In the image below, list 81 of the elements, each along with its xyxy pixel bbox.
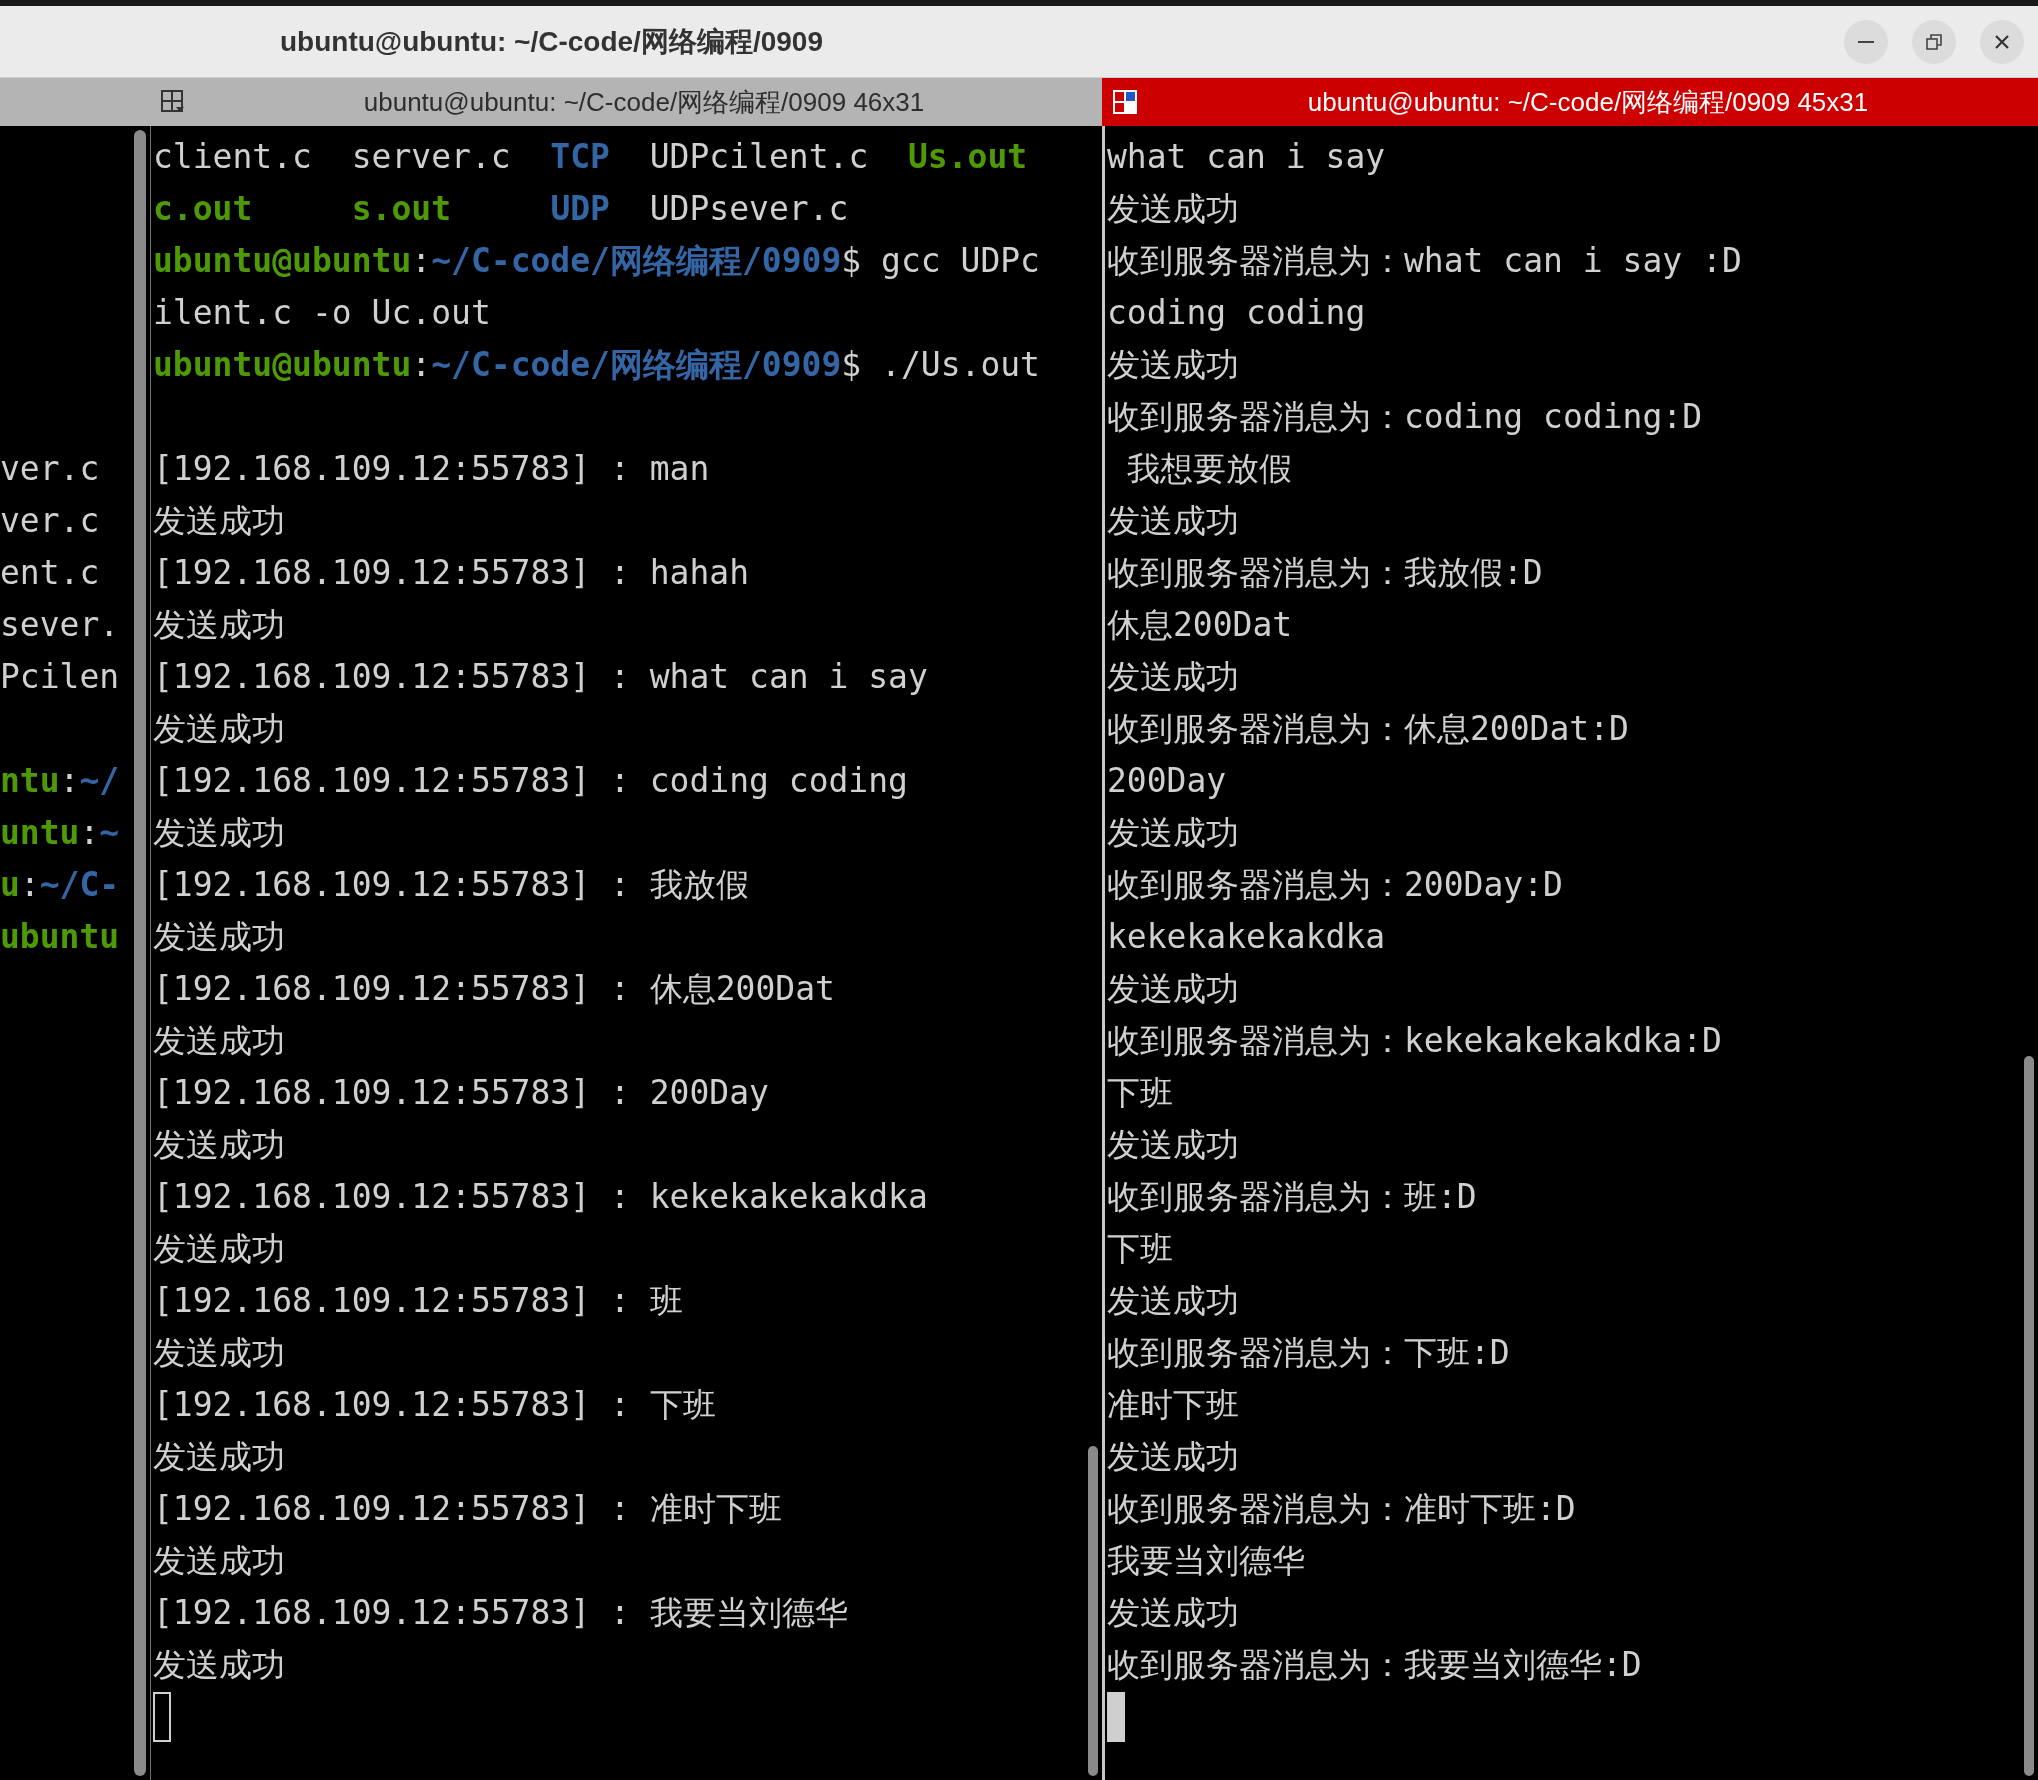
terminal-line: 发送成功 xyxy=(1107,500,1239,542)
split-squares-icon xyxy=(1112,89,1138,115)
terminal-line: 发送成功 xyxy=(1107,188,1239,230)
terminal-line: client.c server.c TCP UDPcilent.c Us.out xyxy=(153,136,1028,178)
terminal-line: [192.168.109.12:55783] : man xyxy=(153,448,710,490)
terminal-line: 下班 xyxy=(1107,1072,1173,1114)
terminal-line: 发送成功 xyxy=(1107,1124,1239,1166)
terminal-line: what can i say xyxy=(1107,136,1386,178)
terminal-line: 发送成功 xyxy=(153,1228,285,1270)
terminal-line: sever. xyxy=(0,604,120,646)
terminal-line: ubuntu@ubuntu:~/C-code/网络编程/0909$ gcc UDPc xyxy=(153,240,1040,282)
restore-icon xyxy=(1926,33,1942,50)
terminal-line: [192.168.109.12:55783] : 下班 xyxy=(153,1384,716,1426)
grid-menu-icon xyxy=(160,89,186,115)
terminal-line: ver.c xyxy=(0,500,100,542)
terminal-line: 休息200Dat xyxy=(1107,604,1293,646)
terminal-line: 发送成功 xyxy=(153,1124,285,1166)
terminal-line: [192.168.109.12:55783] : coding coding xyxy=(153,760,908,802)
terminal-line: 发送成功 xyxy=(1107,968,1239,1010)
terminal-line: [192.168.109.12:55783] : 班 xyxy=(153,1280,683,1322)
terminal-line: 发送成功 xyxy=(153,1332,285,1374)
terminal-line: 发送成功 xyxy=(1107,344,1239,386)
terminal-line: ntu:~/ xyxy=(0,760,120,802)
scrollbar-thumb[interactable] xyxy=(2024,1056,2034,1776)
terminal-line: u:~/C- xyxy=(0,864,120,906)
terminal-line: 收到服务器消息为：200Day:D xyxy=(1107,864,1563,906)
terminal-line: [192.168.109.12:55783] : hahah xyxy=(153,552,750,594)
terminal-line: [192.168.109.12:55783] : kekekakekakdka xyxy=(153,1176,928,1218)
terminal-line: 发送成功 xyxy=(153,812,285,854)
terminal-line: 发送成功 xyxy=(153,1540,285,1582)
terminal-line: 发送成功 xyxy=(153,1020,285,1062)
terminal-line: 收到服务器消息为：休息200Dat:D xyxy=(1107,708,1629,750)
terminal-line: kekekakekakdka xyxy=(1107,916,1386,958)
terminal-line: 收到服务器消息为：下班:D xyxy=(1107,1332,1510,1374)
terminal-line: coding coding xyxy=(1107,292,1366,334)
terminal-line: 发送成功 xyxy=(153,500,285,542)
terminal-line: ubuntu xyxy=(0,916,120,958)
terminal-line: 准时下班 xyxy=(1107,1384,1239,1426)
terminal-line: 发送成功 xyxy=(153,1644,285,1686)
terminal-line: ent.c xyxy=(0,552,100,594)
window-title: ubuntu@ubuntu: ~/C-code/网络编程/0909 xyxy=(280,24,823,59)
close-button[interactable] xyxy=(1980,19,2024,64)
terminal-line: 我想要放假 xyxy=(1125,448,1292,490)
terminal-line: [192.168.109.12:55783] : 我要当刘德华 xyxy=(153,1592,848,1634)
terminal-line: 发送成功 xyxy=(153,1436,285,1478)
close-icon xyxy=(1994,33,2010,50)
terminal-line: 发送成功 xyxy=(1107,1280,1239,1322)
minimize-icon xyxy=(1858,40,1874,43)
restore-button[interactable] xyxy=(1912,19,1956,64)
terminal-line: untu:~ xyxy=(0,812,120,854)
terminal-line: 发送成功 xyxy=(153,916,285,958)
terminal-line: 收到服务器消息为：coding coding:D xyxy=(1107,396,1702,438)
scrollbar-thumb[interactable] xyxy=(1088,1446,1098,1776)
terminal-line: [192.168.109.12:55783] : 我放假 xyxy=(153,864,749,906)
terminal-line: ubuntu@ubuntu:~/C-code/网络编程/0909$ ./Us.out xyxy=(153,344,1040,386)
terminal-line: 收到服务器消息为：班:D xyxy=(1107,1176,1477,1218)
terminal-line: [192.168.109.12:55783] : what can i say xyxy=(153,656,928,698)
scrollbar-thumb[interactable] xyxy=(134,130,146,1776)
terminal-line: [192.168.109.12:55783] : 准时下班 xyxy=(153,1488,782,1530)
terminal-line: [192.168.109.12:55783] : 休息200Dat xyxy=(153,968,835,1010)
terminal-line: 200Day xyxy=(1107,760,1227,802)
terminal-line: 收到服务器消息为：我放假:D xyxy=(1107,552,1543,594)
terminal-line: ver.c xyxy=(0,448,100,490)
terminal-line: Pcilen xyxy=(0,656,120,698)
terminal-line: 发送成功 xyxy=(1107,1436,1239,1478)
terminal-line: 收到服务器消息为：我要当刘德华:D xyxy=(1107,1644,1642,1686)
terminal-line: 发送成功 xyxy=(153,604,285,646)
terminal-line: 发送成功 xyxy=(1107,656,1239,698)
terminal-line: 收到服务器消息为：准时下班:D xyxy=(1107,1488,1576,1530)
terminal-line: 发送成功 xyxy=(153,708,285,750)
terminal-line: 我要当刘德华 xyxy=(1107,1540,1305,1582)
terminal-line: 收到服务器消息为：what can i say :D xyxy=(1107,240,1742,282)
terminal-line: ilent.c -o Uc.out xyxy=(153,292,491,334)
terminal-line: [192.168.109.12:55783] : 200Day xyxy=(153,1072,769,1114)
minimize-button[interactable] xyxy=(1844,19,1888,64)
terminal-line: 收到服务器消息为：kekekakekakdka:D xyxy=(1107,1020,1722,1062)
terminal-line: c.out s.out UDP UDPsever.c xyxy=(153,188,849,230)
terminal-line: 下班 xyxy=(1107,1228,1173,1270)
terminal-tab[interactable]: ubuntu@ubuntu: ~/C-code/网络编程/0909 45x31 xyxy=(1102,78,2038,126)
terminal-line: 发送成功 xyxy=(1107,812,1239,854)
terminal-line: 发送成功 xyxy=(1107,1592,1239,1634)
